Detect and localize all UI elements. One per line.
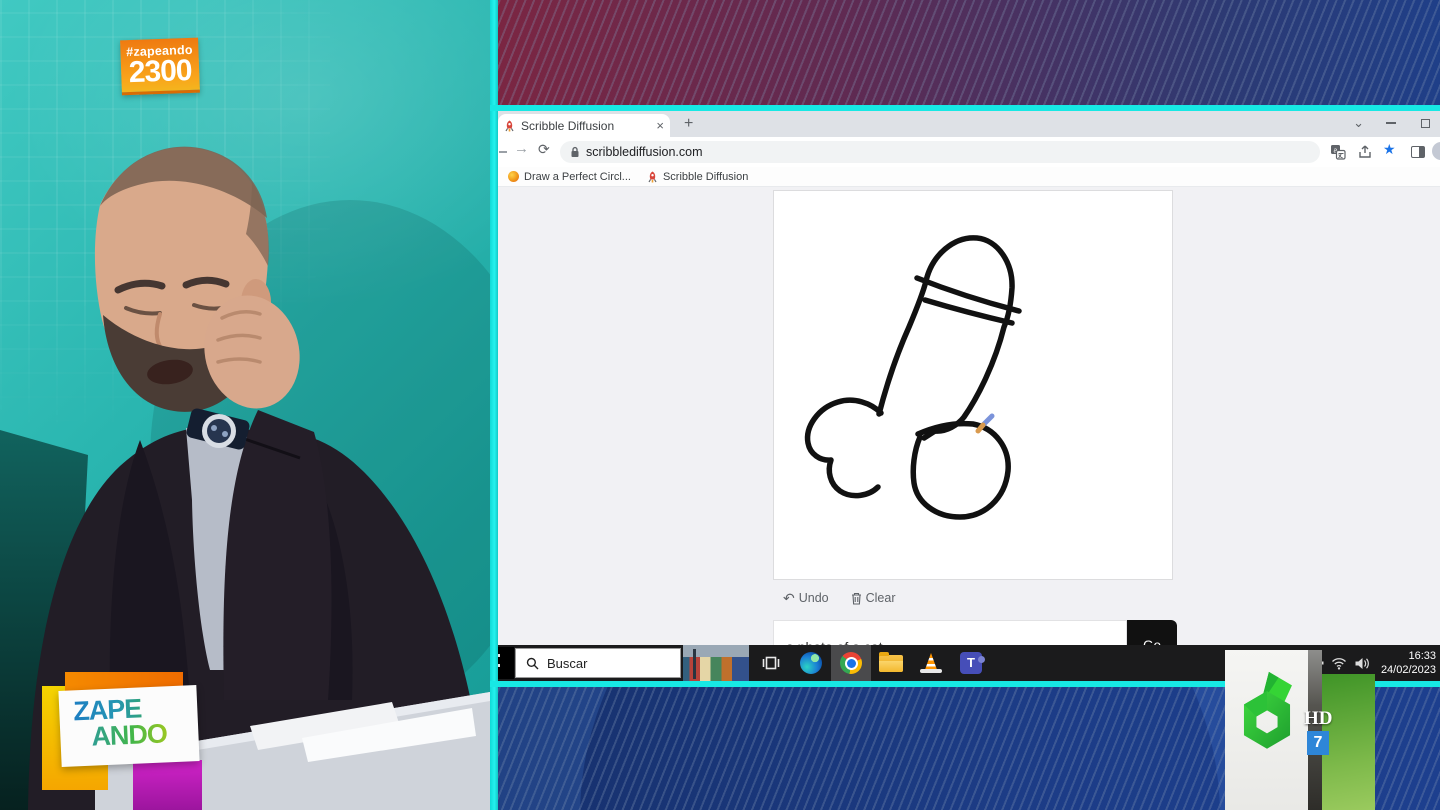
drawing-canvas[interactable]	[773, 190, 1173, 580]
taskbar-chrome[interactable]	[831, 645, 871, 681]
search-icon	[526, 657, 539, 670]
news-widget-thumbnail[interactable]	[683, 645, 749, 681]
task-view-button[interactable]	[751, 645, 791, 681]
episode-badge: #zapeando 2300	[120, 38, 200, 95]
dial-number-badge: 7	[1307, 731, 1329, 755]
bookmark-draw-perfect-circle[interactable]: Draw a Perfect Circl...	[508, 171, 631, 183]
channel-shadow-strip	[1308, 650, 1322, 810]
lasexta-six-logo	[1238, 670, 1296, 766]
clock-date: 24/02/2023	[1381, 663, 1436, 677]
bookmark-scribble-diffusion[interactable]: Scribble Diffusion	[647, 171, 748, 183]
clear-label: Clear	[866, 591, 896, 605]
undo-icon: ↶	[783, 591, 795, 605]
lock-icon	[570, 146, 580, 158]
forward-icon[interactable]: →	[514, 140, 529, 157]
tab-title: Scribble Diffusion	[521, 119, 650, 133]
top-stripe-banner	[490, 0, 1440, 105]
taskbar-file-explorer[interactable]	[871, 645, 911, 681]
window-restore-button[interactable]	[1421, 113, 1430, 133]
tab-close-icon[interactable]: ×	[656, 119, 664, 132]
tab-scribble-diffusion[interactable]: Scribble Diffusion ×	[498, 114, 670, 137]
trash-icon	[851, 592, 862, 605]
cyan-frame-vertical	[490, 0, 498, 810]
rocket-favicon	[504, 120, 515, 132]
channel-green-ribbon	[1322, 674, 1375, 810]
clock-time: 16:33	[1381, 649, 1436, 663]
volume-icon[interactable]	[1354, 657, 1370, 670]
cyan-frame-top	[490, 105, 1440, 111]
taskbar-apps: T	[751, 645, 991, 681]
tv-frame: #zapeando 2300 ZAPE ANDO	[0, 0, 1440, 810]
tab-search-chevron-icon[interactable]: ⌄	[1353, 113, 1364, 133]
bookmark-label: Draw a Perfect Circl...	[524, 171, 631, 183]
badge-episode-number: 2300	[125, 57, 196, 88]
back-icon[interactable]	[499, 151, 507, 153]
logo-line-2: ANDO	[91, 720, 199, 751]
teams-icon: T	[960, 652, 982, 674]
user-scribble-drawing	[774, 191, 1172, 579]
taskbar-search-box[interactable]	[515, 648, 681, 678]
browser-tabstrip: Scribble Diffusion × + ⌄	[498, 111, 1440, 137]
studio-shot: #zapeando 2300 ZAPE ANDO	[0, 0, 490, 810]
circle-favicon	[508, 171, 519, 182]
url-text: scribblediffusion.com	[586, 145, 703, 159]
taskbar-clock[interactable]: 16:33 24/02/2023	[1381, 649, 1436, 678]
reload-icon[interactable]: ⟳	[538, 141, 550, 158]
lasexta-logo-card	[1225, 650, 1308, 810]
chrome-icon	[840, 652, 862, 674]
logo-magenta-square	[133, 760, 202, 810]
canvas-tools: ↶ Undo Clear	[783, 591, 896, 605]
search-input[interactable]	[547, 656, 657, 671]
start-button[interactable]	[498, 647, 514, 679]
new-tab-button[interactable]: +	[684, 115, 693, 133]
task-view-icon	[761, 653, 781, 673]
hd-label: HD	[1304, 708, 1333, 730]
side-panel-icon[interactable]	[1411, 146, 1425, 158]
bookmark-star-icon[interactable]: ★	[1383, 141, 1396, 158]
bookmarks-bar: Draw a Perfect Circl... Scribble Diffusi…	[498, 167, 1440, 187]
window-minimize-button[interactable]	[1386, 113, 1396, 133]
bookmark-label: Scribble Diffusion	[663, 171, 748, 183]
taskbar-edge[interactable]	[791, 645, 831, 681]
profile-avatar[interactable]	[1432, 142, 1440, 160]
share-icon[interactable]	[1357, 144, 1373, 160]
show-logo: ZAPE ANDO	[40, 672, 210, 810]
logo-card: ZAPE ANDO	[58, 685, 199, 767]
taskbar-vlc[interactable]	[911, 645, 951, 681]
rocket-favicon	[647, 171, 658, 183]
taskbar-teams[interactable]: T	[951, 645, 991, 681]
browser-toolbar: → ⟳ scribblediffusion.com a ★	[498, 137, 1440, 167]
address-bar[interactable]: scribblediffusion.com	[560, 141, 1320, 163]
undo-button[interactable]: ↶ Undo	[783, 591, 829, 605]
edge-icon	[800, 652, 822, 674]
translate-icon[interactable]: a	[1330, 144, 1346, 160]
undo-label: Undo	[799, 591, 829, 605]
clear-button[interactable]: Clear	[851, 591, 896, 605]
file-explorer-icon	[879, 655, 903, 672]
wifi-icon[interactable]	[1331, 657, 1347, 670]
scribble-diffusion-page: ↶ Undo Clear Go	[498, 187, 1440, 645]
desktop-screen: Scribble Diffusion × + ⌄ → ⟳ scribbledif…	[498, 111, 1440, 681]
vlc-icon	[920, 653, 942, 673]
